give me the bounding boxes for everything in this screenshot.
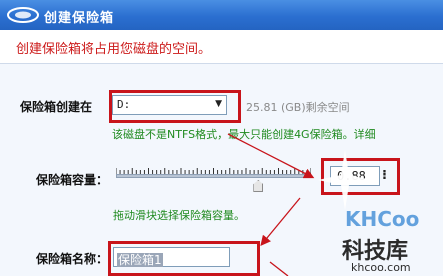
watermark-brand: KHCoo [345,207,420,231]
watermark-url: khcoo.com [351,261,411,274]
